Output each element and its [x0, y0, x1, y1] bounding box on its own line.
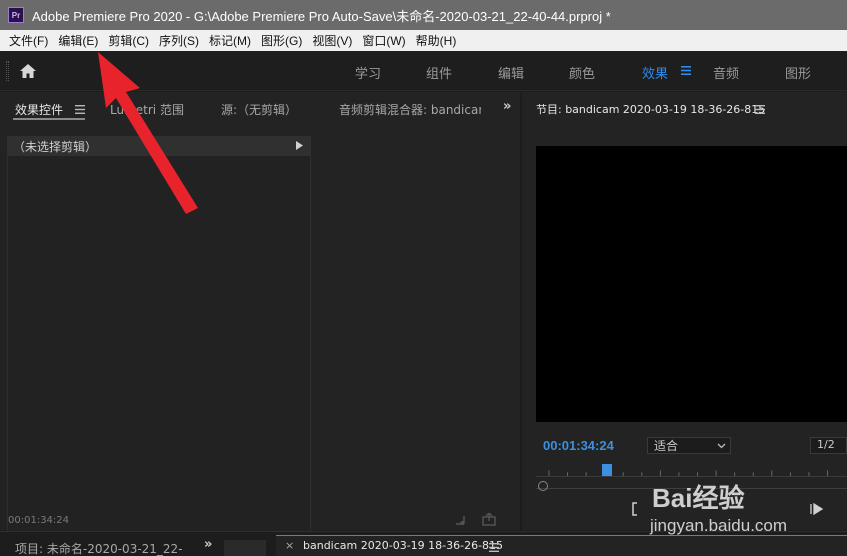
audio-clip-mixer-panel: 音频剪辑混合器: bandicam » — [322, 92, 520, 530]
menu-sequence[interactable]: 序列(S) — [154, 32, 204, 49]
workspace-tab-color[interactable]: 颜色 — [569, 63, 595, 82]
watermark-url: jingyan.baidu.com — [650, 516, 788, 535]
close-icon[interactable]: × — [285, 539, 294, 552]
panel-overflow-icon[interactable]: » — [503, 99, 511, 114]
menu-clip[interactable]: 剪辑(C) — [103, 32, 154, 49]
menu-graphics[interactable]: 图形(G) — [256, 32, 307, 49]
zoom-scroll-handle[interactable] — [538, 481, 548, 491]
workspace-tab-learn[interactable]: 学习 — [355, 63, 381, 82]
bottom-overflow-icon[interactable]: » — [204, 537, 212, 552]
program-monitor-title[interactable]: 节目: bandicam 2020-03-19 18-36-26-815 — [536, 101, 765, 117]
menu-markers[interactable]: 标记(M) — [204, 32, 256, 49]
timeline-menu-icon[interactable] — [489, 543, 499, 552]
menu-window[interactable]: 窗口(W) — [357, 32, 410, 49]
tab-audio-clip-mixer[interactable]: 音频剪辑混合器: bandicam — [339, 101, 481, 118]
program-menu-icon[interactable] — [755, 105, 765, 114]
resolution-dropdown[interactable]: 1/2 — [810, 437, 847, 454]
workspace-tab-effects[interactable]: 效果 — [642, 63, 668, 82]
workspace-menu-icon[interactable] — [681, 66, 691, 75]
menu-view[interactable]: 视图(V) — [307, 32, 357, 49]
home-icon[interactable] — [18, 62, 38, 80]
drag-grip-icon[interactable] — [6, 61, 9, 81]
play-triangle-icon[interactable] — [296, 141, 303, 150]
menu-file[interactable]: 文件(F) — [4, 32, 53, 49]
playhead-marker[interactable] — [602, 464, 612, 476]
tab-project[interactable]: 项目: 未命名-2020-03-21_22-40 — [15, 540, 183, 556]
annotation-arrow-icon — [98, 52, 198, 214]
fit-dropdown[interactable]: 适合 — [647, 437, 731, 454]
resolution-value: 1/2 — [817, 438, 835, 451]
workspace-tab-assembly[interactable]: 组件 — [426, 63, 452, 82]
insert-icon[interactable] — [482, 513, 496, 526]
workspace-tab-editing[interactable]: 编辑 — [498, 63, 524, 82]
title-bar: Pr Adobe Premiere Pro 2020 - G:\Adobe Pr… — [0, 0, 847, 30]
timeline-sequence-name: bandicam 2020-03-19 18-36-26-815 — [303, 539, 504, 552]
tab-effect-controls[interactable]: 效果控件 — [15, 101, 63, 118]
workspace-tab-graphics[interactable]: 图形 — [785, 63, 811, 82]
baidu-jingyan-watermark: Bai经验 jingyan.baidu.com — [640, 468, 847, 556]
window-title: Adobe Premiere Pro 2020 - G:\Adobe Premi… — [32, 8, 611, 24]
program-timecode[interactable]: 00:01:34:24 — [543, 438, 614, 453]
menu-help[interactable]: 帮助(H) — [411, 32, 462, 49]
tool-strip — [224, 540, 266, 556]
program-video-frame[interactable] — [536, 146, 847, 422]
fit-dropdown-value: 适合 — [654, 439, 679, 453]
active-tab-underline — [13, 118, 85, 120]
chevron-down-icon — [717, 443, 726, 449]
effect-controls-timecode: 00:01:34:24 — [8, 515, 70, 526]
tab-source[interactable]: 源:（无剪辑） — [221, 101, 297, 118]
workspace-tab-audio[interactable]: 音频 — [713, 63, 739, 82]
menu-edit[interactable]: 编辑(E) — [53, 32, 103, 49]
premiere-logo-icon: Pr — [8, 7, 24, 23]
watermark-brand: Bai经验 — [652, 483, 745, 513]
mark-in-icon[interactable] — [630, 502, 640, 516]
export-frame-icon[interactable] — [455, 514, 469, 526]
